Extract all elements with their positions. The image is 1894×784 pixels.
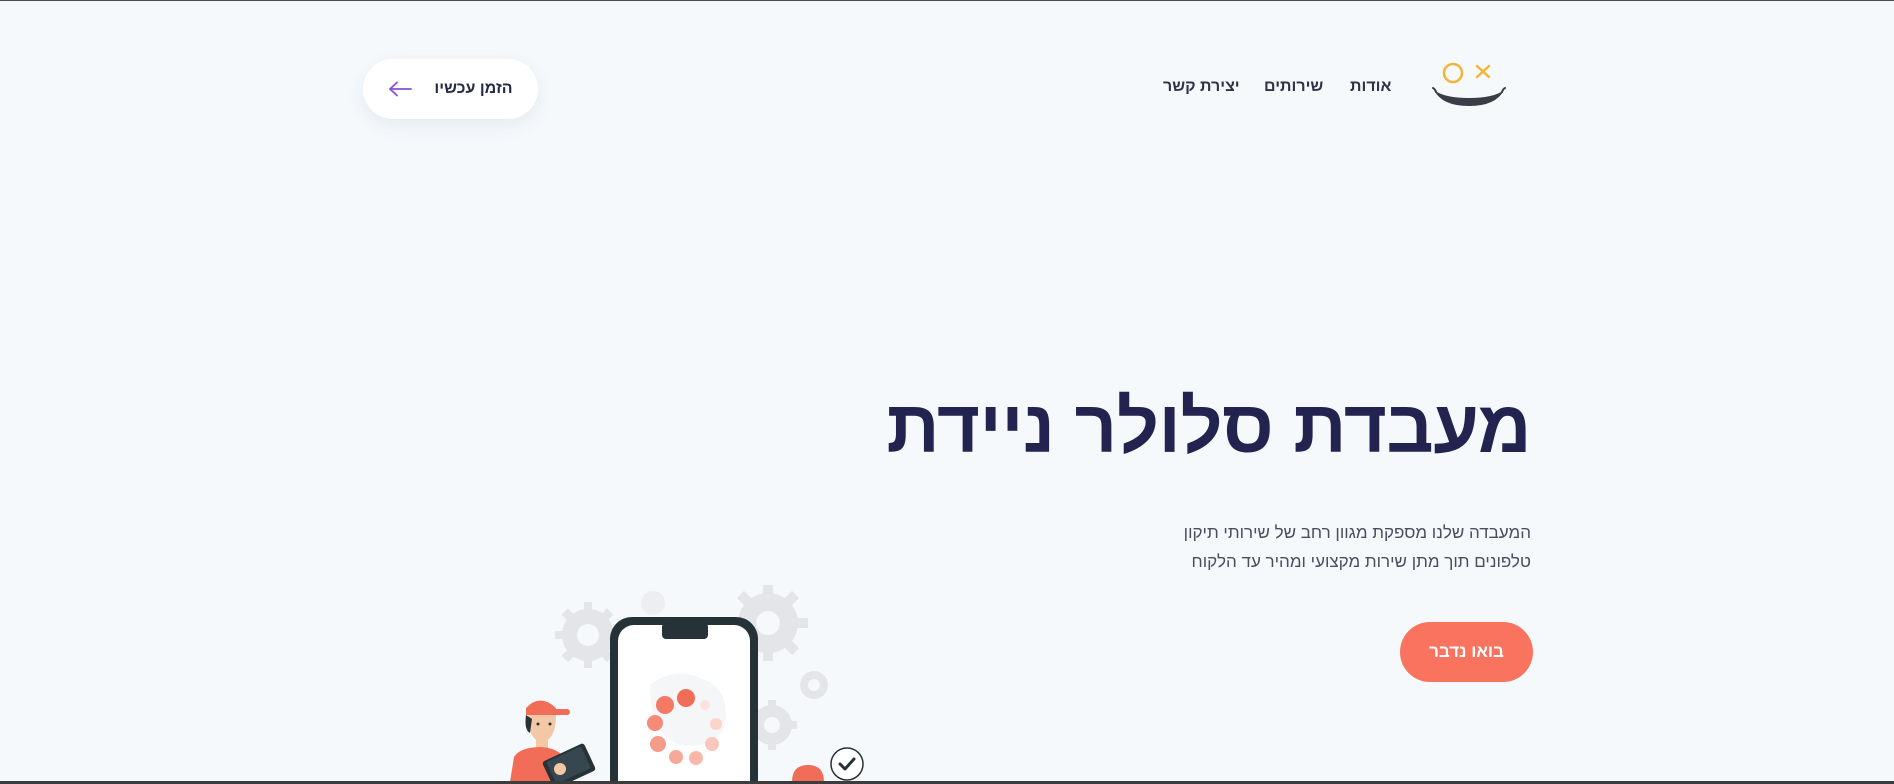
smiley-logo-icon[interactable] xyxy=(1432,58,1506,122)
lets-talk-button[interactable]: בואו נדבר xyxy=(1400,622,1533,682)
hero-description-line-2: טלפונים תוך מתן שירות מקצועי ומהיר עד הל… xyxy=(1191,552,1531,571)
phone-repair-illustration xyxy=(510,585,864,782)
nav-contact-link[interactable]: יצירת קשר xyxy=(1163,78,1240,96)
top-border xyxy=(0,0,1894,1)
arrow-left-icon xyxy=(389,81,413,97)
technician-figure xyxy=(510,700,596,782)
checkmark-icon xyxy=(830,747,864,781)
helmet-icon xyxy=(792,765,824,782)
order-now-label: הזמן עכשיו xyxy=(434,80,513,97)
nav-services-link[interactable]: שירותים xyxy=(1264,78,1323,96)
page: אודות שירותים יצירת קשר הזמן עכשיו מעבדת… xyxy=(0,0,1894,784)
hero-description: המעבדה שלנו מספקת מגוון רחב של שירותי תי… xyxy=(1111,518,1531,576)
hero-description-line-1: המעבדה שלנו מספקת מגוון רחב של שירותי תי… xyxy=(1183,523,1531,542)
order-now-button[interactable]: הזמן עכשיו xyxy=(363,59,538,119)
nav-about-link[interactable]: אודות xyxy=(1350,78,1391,96)
hero-title: מעבדת סלולר ניידת xyxy=(886,385,1531,468)
